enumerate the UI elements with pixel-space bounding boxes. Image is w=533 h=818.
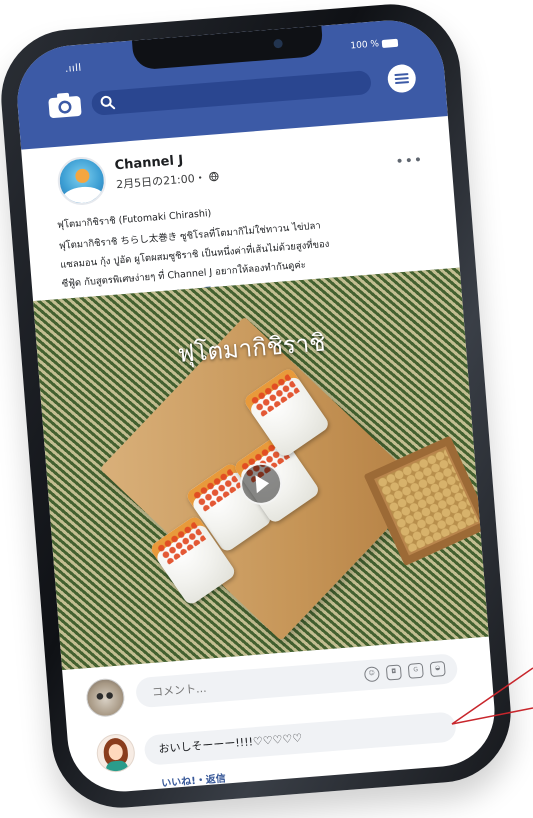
comment-actions[interactable]: いいね!・返信 (161, 770, 226, 790)
avatar-wave (60, 185, 106, 205)
search-icon (100, 95, 116, 110)
battery-label: 100 % (350, 39, 380, 52)
gif-icon[interactable]: G (407, 662, 424, 679)
phone-notch (131, 25, 324, 71)
front-camera (273, 38, 283, 49)
battery-indicator: 100 % (350, 38, 399, 52)
emoji-icon[interactable]: ☺ (363, 666, 380, 683)
more-icon[interactable]: ••• (395, 152, 424, 170)
post-video[interactable]: ฟุโตมากิชิราชิ (33, 267, 489, 671)
camera-icon[interactable] (47, 91, 83, 120)
comment-input[interactable] (134, 653, 459, 709)
avatar-body (105, 760, 129, 774)
search-bar[interactable] (90, 70, 372, 116)
signal-indicator: .ııll (64, 62, 83, 75)
page-avatar[interactable] (55, 155, 108, 207)
post-timestamp: 2月5日の21:00・ (115, 171, 207, 192)
avatar-sun (74, 168, 90, 184)
page-name[interactable]: Channel J (114, 153, 184, 173)
commenter-avatar[interactable] (95, 732, 137, 774)
current-user-avatar (84, 677, 126, 719)
phone-screen: .ııll 100 % Channel J 2月5日の21:00・ ••• ฟุ… (13, 16, 499, 796)
globe-icon (208, 171, 219, 182)
sticker-icon[interactable]: ◒ (429, 660, 446, 678)
phone-frame: .ııll 100 % Channel J 2月5日の21:00・ ••• ฟุ… (0, 0, 516, 813)
messenger-icon[interactable] (386, 62, 418, 94)
camera-small-icon[interactable]: ◘ (385, 664, 402, 681)
play-icon (255, 474, 270, 494)
stage: .ııll 100 % Channel J 2月5日の21:00・ ••• ฟุ… (0, 0, 533, 818)
battery-icon (381, 38, 399, 48)
